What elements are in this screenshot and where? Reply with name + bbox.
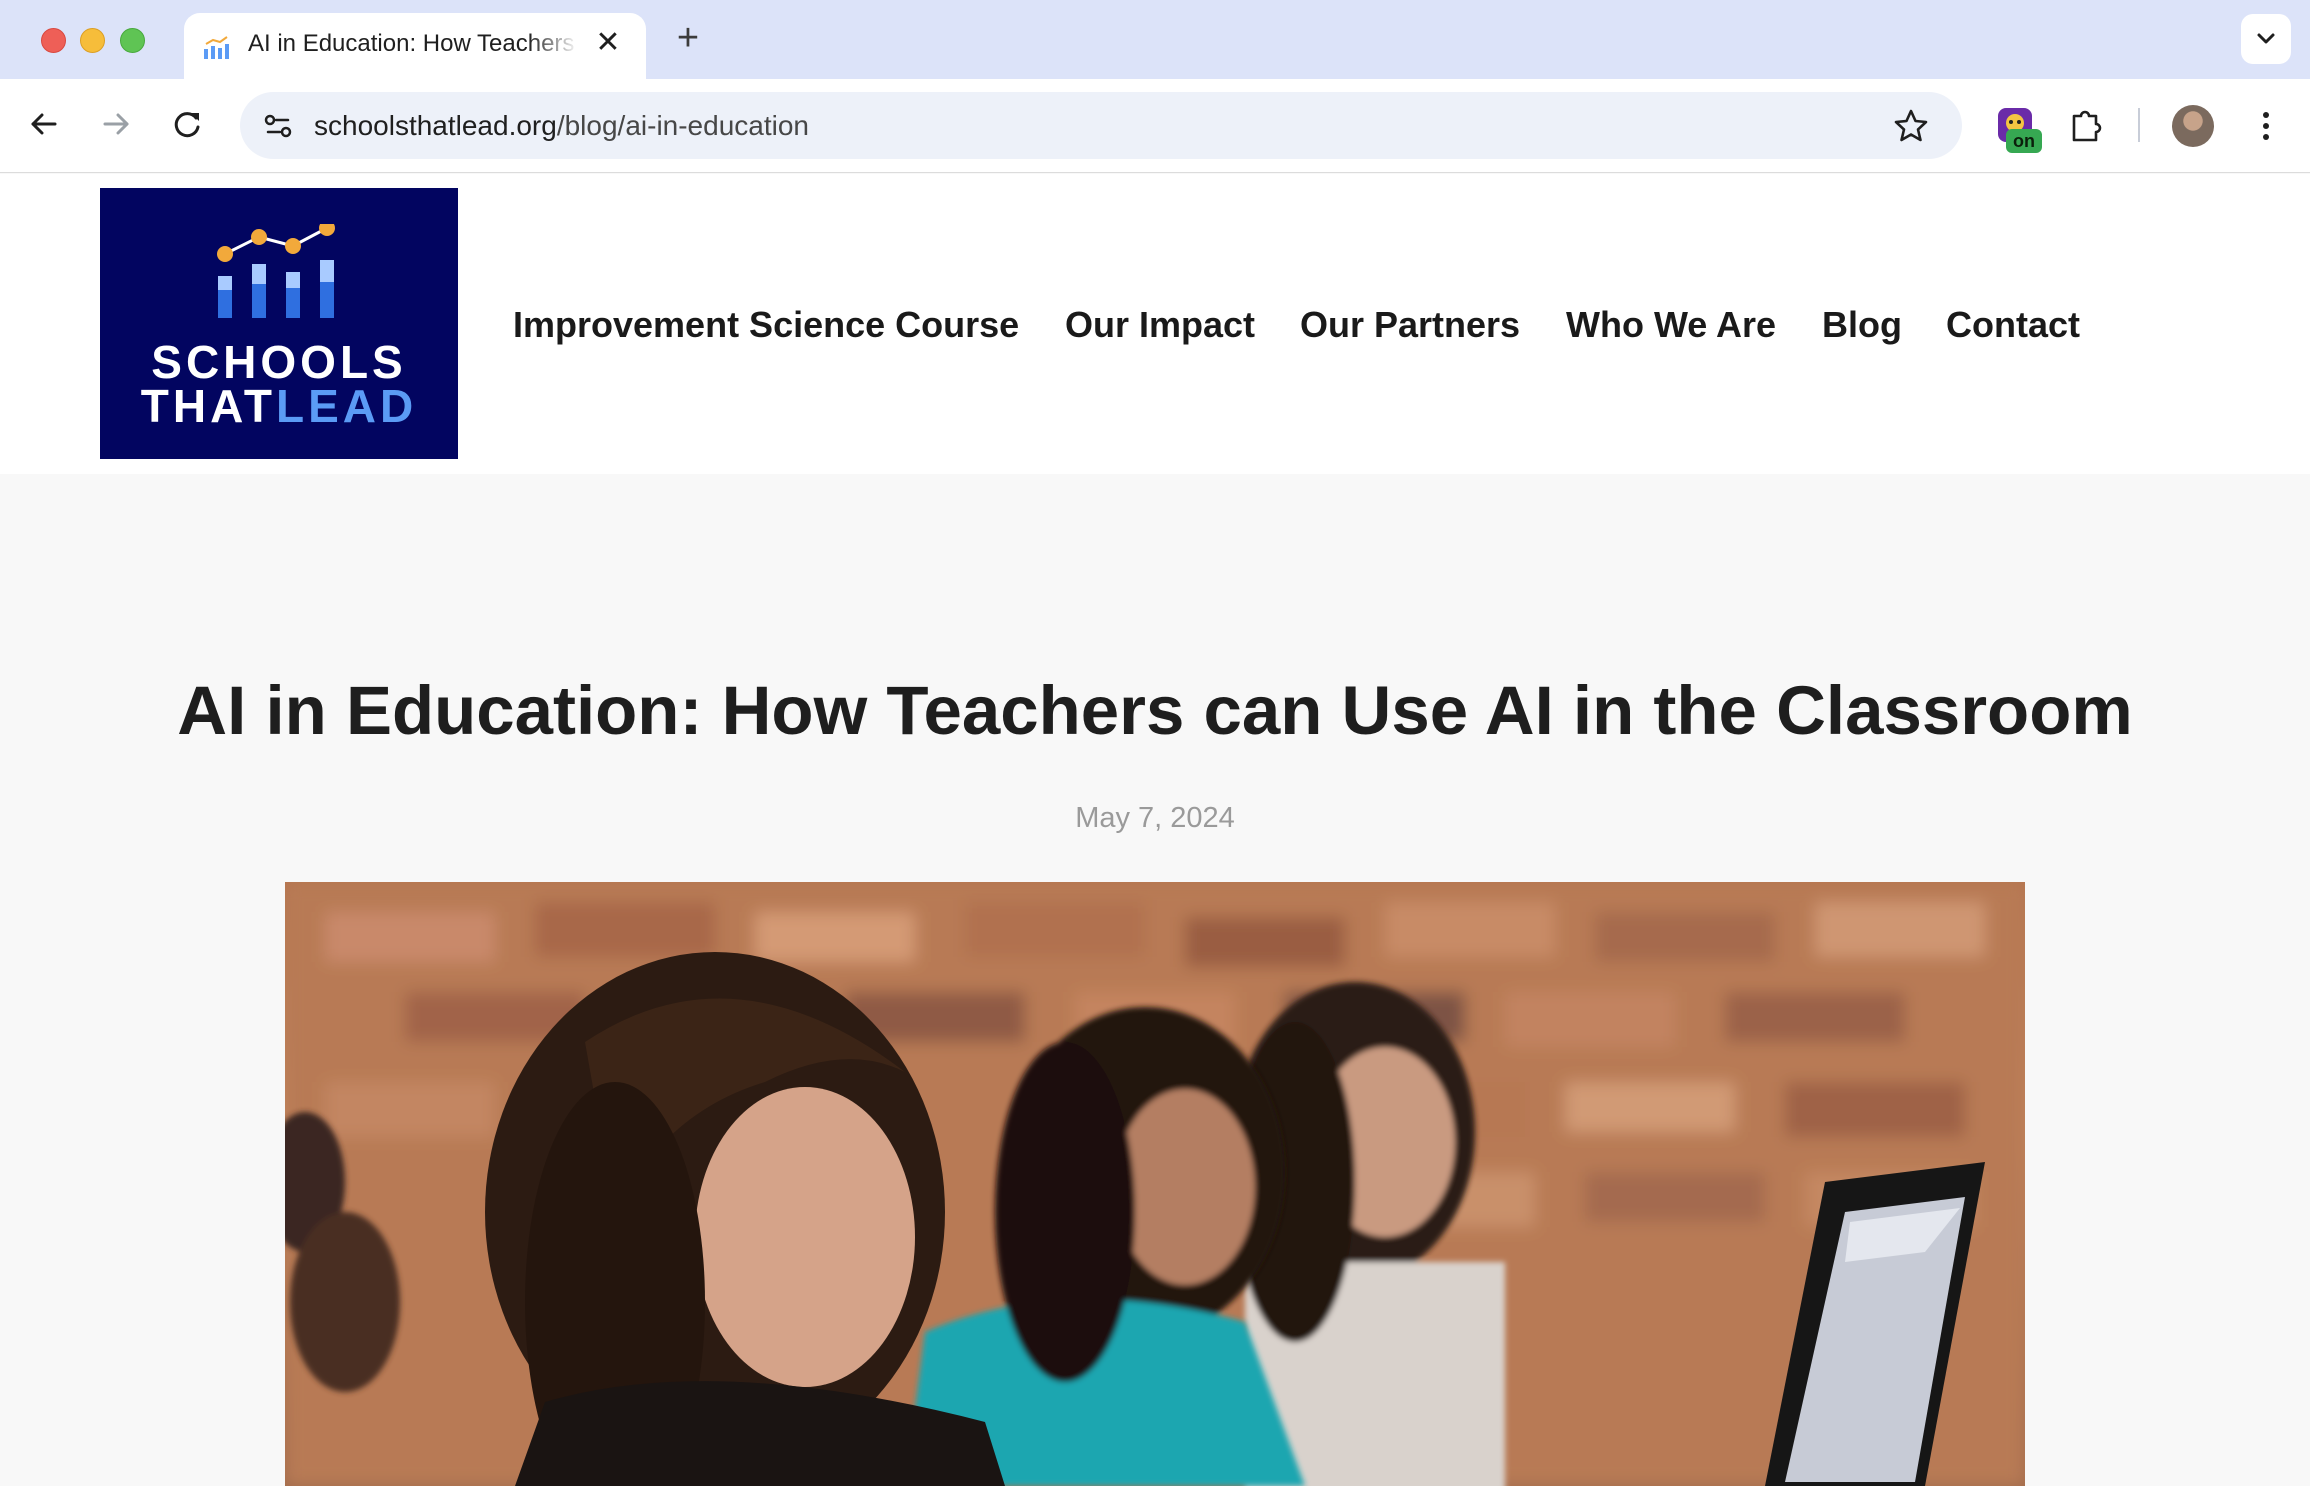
article-date: May 7, 2024: [1075, 802, 1235, 834]
minimize-window-button[interactable]: [80, 28, 105, 53]
url-domain: schoolsthatlead.org: [314, 110, 557, 141]
back-button[interactable]: [21, 101, 67, 147]
maximize-window-button[interactable]: [120, 28, 145, 53]
site-favicon-icon: [204, 36, 229, 59]
logo-text-that: THAT: [140, 380, 276, 432]
nav-our-impact[interactable]: Our Impact: [1065, 300, 1255, 350]
extensions-puzzle-icon[interactable]: [2066, 104, 2106, 144]
site-settings-icon[interactable]: [258, 106, 298, 146]
tab-close-icon[interactable]: ✕: [590, 25, 626, 61]
new-tab-button[interactable]: +: [668, 18, 708, 58]
tab-title: AI in Education: How Teachers can Use AI…: [248, 30, 578, 57]
logo-text-schools: SCHOOLS: [151, 336, 407, 388]
extension-on-badge: on: [2006, 129, 2042, 153]
toolbar-separator: [2138, 108, 2140, 142]
url-text[interactable]: schoolsthatlead.org/blog/ai-in-education: [314, 106, 809, 146]
nav-blog[interactable]: Blog: [1822, 300, 1902, 350]
active-tab[interactable]: AI in Education: How Teachers can Use AI…: [184, 13, 646, 79]
logo-bar-chart-icon: [217, 224, 335, 318]
nav-improvement-science-course[interactable]: Improvement Science Course: [513, 300, 1019, 350]
article-title: AI in Education: How Teachers can Use AI…: [177, 672, 2133, 749]
chevron-down-icon: [2257, 33, 2275, 44]
nav-who-we-are[interactable]: Who We Are: [1566, 300, 1776, 350]
browser-toolbar: schoolsthatlead.org/blog/ai-in-education: [0, 79, 2310, 173]
browser-tab-strip: AI in Education: How Teachers can Use AI…: [0, 0, 2310, 79]
site-logo[interactable]: SCHOOLS THATLEAD: [100, 188, 458, 459]
arrow-left-icon: [31, 113, 57, 135]
logo-text-lead: LEAD: [276, 380, 418, 432]
more-menu-icon[interactable]: [2252, 106, 2280, 146]
reload-button[interactable]: [164, 101, 210, 147]
forward-button[interactable]: [93, 101, 139, 147]
bookmark-star-icon[interactable]: [1892, 107, 1930, 145]
article-hero-image: [285, 882, 2025, 1486]
site-header: SCHOOLS THATLEAD Improvement Science Cou…: [0, 174, 2310, 474]
close-window-button[interactable]: [41, 28, 66, 53]
nav-our-partners[interactable]: Our Partners: [1300, 300, 1520, 350]
tab-search-button[interactable]: [2241, 14, 2291, 64]
profile-avatar[interactable]: [2172, 105, 2214, 147]
nav-contact[interactable]: Contact: [1946, 300, 2080, 350]
reload-icon: [174, 112, 200, 138]
hero-photo-illustration: [285, 882, 2025, 1486]
address-bar[interactable]: schoolsthatlead.org/blog/ai-in-education: [240, 92, 1962, 159]
logo-text-thatlead: THATLEAD: [100, 382, 458, 430]
url-path: /blog/ai-in-education: [556, 110, 809, 141]
arrow-right-icon: [103, 113, 129, 135]
